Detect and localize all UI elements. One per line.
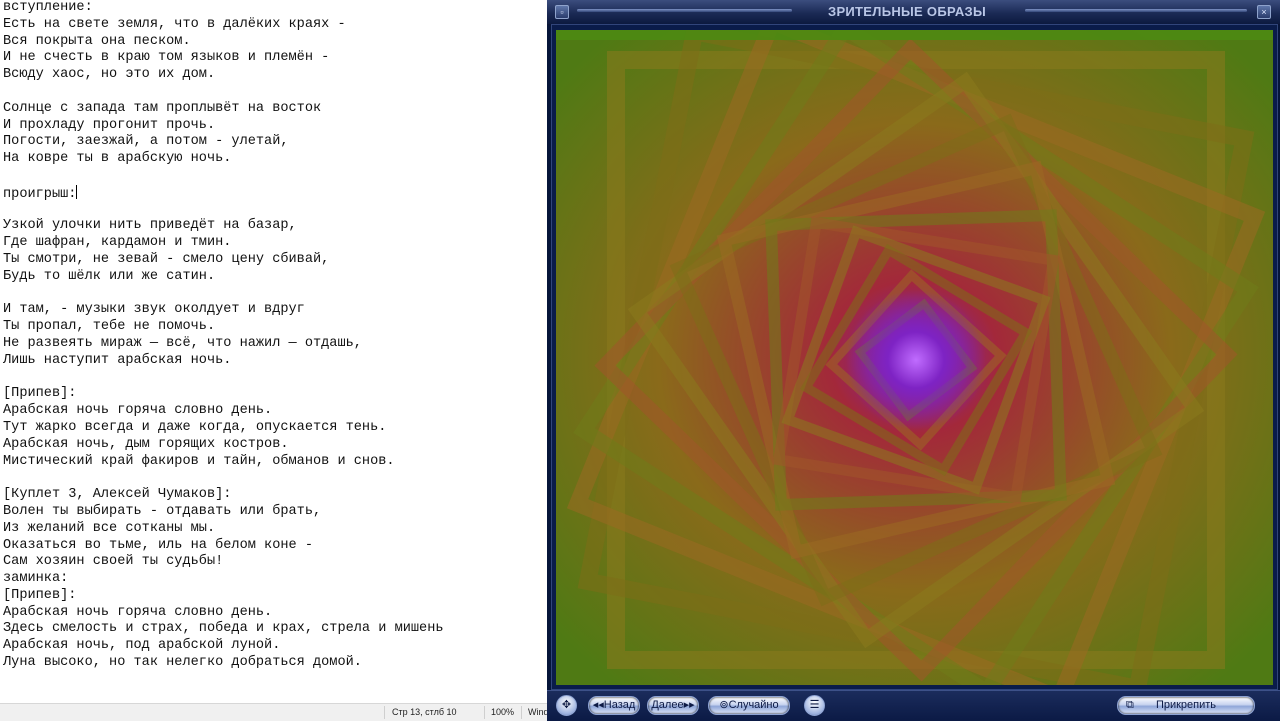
pin-icon: ⧉ (1126, 699, 1134, 711)
editor-line: Узкой улочки нить приведёт на базар, (3, 218, 297, 234)
editor-line: [Припев]: (3, 587, 77, 603)
visualization-canvas[interactable] (556, 30, 1273, 685)
editor-line: Арабская ночь, под арабской луной. (3, 638, 281, 654)
status-bar: Стр 13, стлб 10 100% Wind (0, 703, 549, 721)
visualization-frame (551, 24, 1278, 690)
next-button[interactable]: Далее▸▸ (647, 696, 699, 715)
forward-icon: ▸▸ (683, 699, 695, 711)
editor-line: Ты пропал, тебе не помочь. (3, 319, 216, 335)
encoding-label: Wind (528, 707, 549, 717)
rewind-icon: ◂◂ (592, 699, 604, 711)
editor-line: Арабская ночь горяча словно день. (3, 403, 273, 419)
editor-line: Тут жарко всегда и даже когда, опускаетс… (3, 419, 387, 435)
text-caret (76, 184, 78, 199)
close-icon[interactable]: × (1257, 5, 1271, 19)
editor-line: Вся покрыта она песком. (3, 33, 191, 49)
pin-button[interactable]: ⧉ Прикрепить (1117, 696, 1255, 715)
status-separator (384, 706, 385, 719)
player-titlebar[interactable]: ▫ ЗРИТЕЛЬНЫЕ ОБРАЗЫ × (547, 0, 1280, 25)
editor-line: Погости, заезжай, а потом - улетай, (3, 134, 289, 150)
move-handle-icon[interactable]: ✥ (556, 695, 577, 716)
random-button[interactable]: ⊚Случайно (708, 696, 790, 715)
editor-line: Ты смотри, не зевай - смело цену сбивай, (3, 251, 330, 267)
titlebar-decor (1025, 9, 1247, 12)
editor-line: заминка: (3, 571, 69, 587)
editor-line: проигрыш: (3, 184, 78, 202)
editor-line: И там, - музыки звук околдует и вдруг (3, 302, 305, 318)
editor-line: Здесь смелость и страх, победа и крах, с… (3, 621, 444, 637)
back-button[interactable]: ◂◂Назад (588, 696, 640, 715)
editor-line: На ковре ты в арабскую ночь. (3, 151, 232, 167)
window-menu-icon[interactable]: ▫ (555, 5, 569, 19)
editor-line: Где шафран, кардамон и тмин. (3, 235, 232, 251)
editor-line: Не развеять мираж — всё, что нажил — отд… (3, 335, 362, 351)
editor-line: [Куплет 3, Алексей Чумаков]: (3, 487, 232, 503)
editor-line: Мистический край факиров и тайн, обманов… (3, 453, 395, 469)
editor-line: Лишь наступит арабская ночь. (3, 352, 232, 368)
editor-line: Солнце с запада там проплывёт на восток (3, 100, 322, 116)
media-player-window: ▫ ЗРИТЕЛЬНЫЕ ОБРАЗЫ × ✥ ◂◂Назад Далее▸▸ … (547, 0, 1280, 721)
editor-line: Арабская ночь, дым горящих костров. (3, 436, 289, 452)
editor-line: Будь то шёлк или же сатин. (3, 268, 216, 284)
editor-line: Луна высоко, но так нелегко добраться до… (3, 655, 362, 671)
list-icon[interactable]: ☰ (804, 695, 825, 716)
status-separator (521, 706, 522, 719)
editor-line: И не счесть в краю том языков и племён - (3, 50, 330, 66)
editor-line: Всюду хаос, но это их дом. (3, 67, 216, 83)
player-title: ЗРИТЕЛЬНЫЕ ОБРАЗЫ (828, 4, 986, 19)
editor-line: Сам хозяин своей ты судьбы! (3, 554, 224, 570)
shuffle-icon: ⊚ (719, 699, 729, 711)
editor-line: И прохладу прогонит прочь. (3, 117, 216, 133)
cursor-position: Стр 13, стлб 10 (392, 707, 457, 717)
editor-line: Из желаний все сотканы мы. (3, 520, 216, 536)
player-controls: ✥ ◂◂Назад Далее▸▸ ⊚Случайно ☰ ⧉ Прикрепит… (547, 690, 1280, 721)
editor-line: [Припев]: (3, 386, 77, 402)
editor-line: вступление: (3, 0, 93, 15)
editor-line: Волен ты выбирать - отдавать или брать, (3, 503, 322, 519)
editor-line: Оказаться во тьме, иль на белом коне - (3, 537, 313, 553)
editor-line: Арабская ночь горяча словно день. (3, 604, 273, 620)
zoom-level: 100% (491, 707, 515, 717)
status-separator (484, 706, 485, 719)
editor-line: Есть на свете земля, что в далёких краях… (3, 16, 346, 32)
text-editor[interactable]: вступление: Есть на свете земля, что в да… (0, 0, 547, 703)
visualization-graphic (556, 30, 1273, 685)
editor-text-area[interactable]: вступление: Есть на свете земля, что в да… (3, 0, 444, 672)
titlebar-decor (577, 9, 792, 12)
